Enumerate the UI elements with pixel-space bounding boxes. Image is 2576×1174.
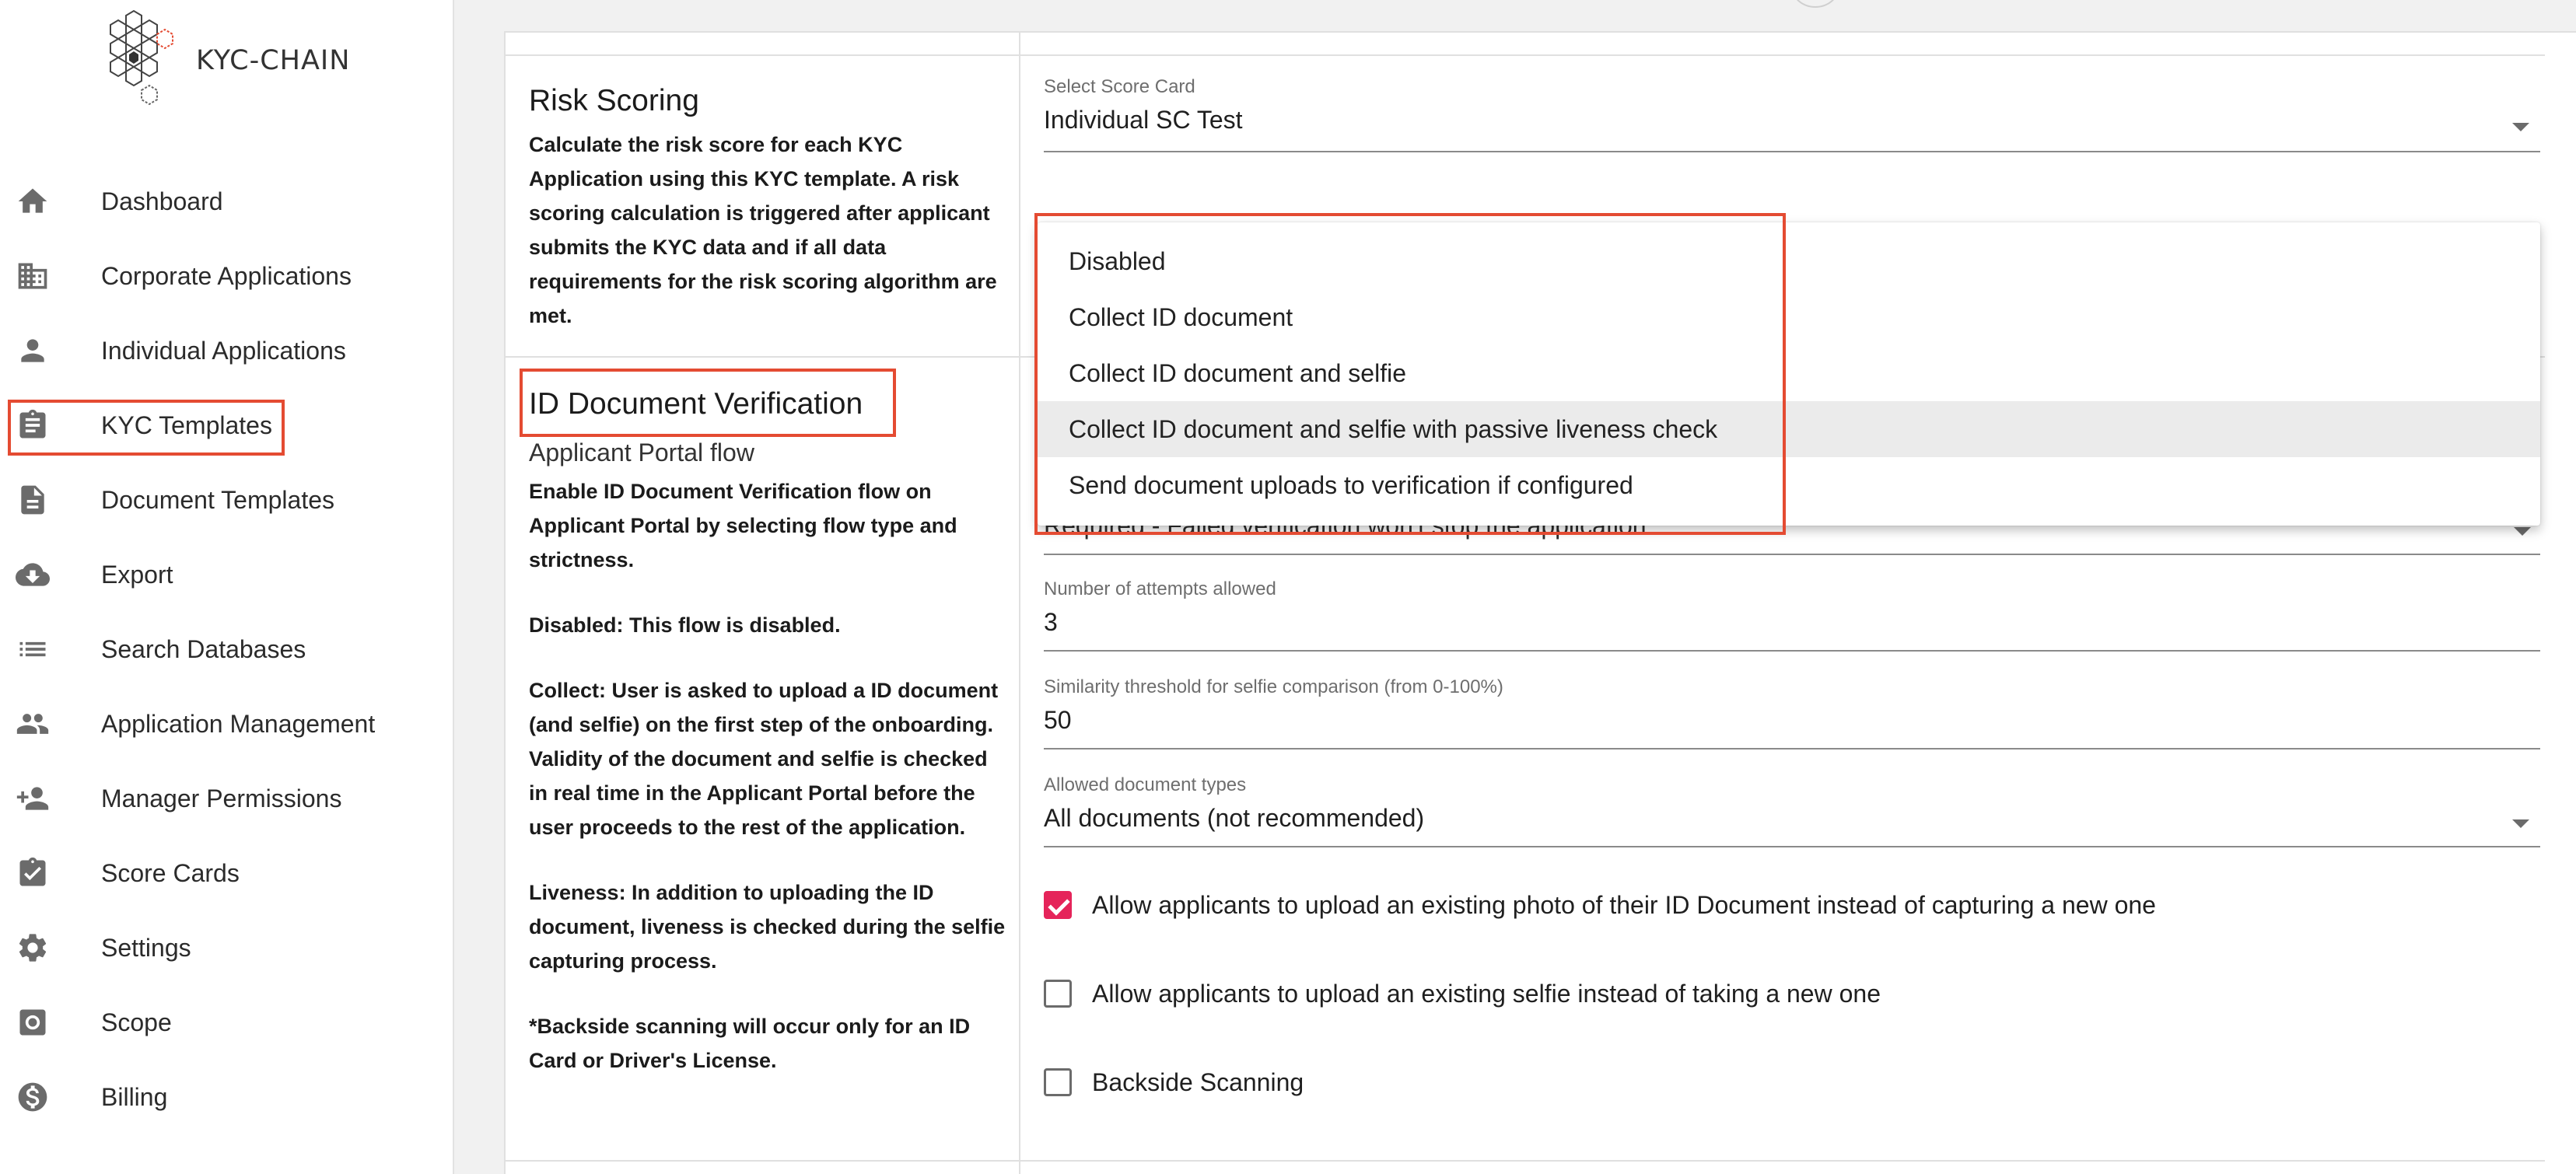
row-divider: [504, 54, 2545, 56]
id-verification-description: Enable ID Document Verification flow on …: [529, 474, 1011, 1078]
checkbox-label[interactable]: Allow applicants to upload an existing p…: [1092, 891, 2156, 920]
sidebar-item-label: Manager Permissions: [101, 784, 342, 812]
people-icon: [16, 707, 50, 741]
list-icon: [16, 632, 50, 666]
sidebar-item-label: Corporate Applications: [101, 261, 352, 290]
field-underline: [1044, 748, 2540, 749]
sidebar: KYC-CHAIN Dashboard Corporate Applicatio…: [0, 0, 454, 1174]
id-verification-title: ID Document Verification: [529, 387, 863, 421]
sidebar-item-label: Individual Applications: [101, 336, 346, 365]
scope-icon: [16, 1005, 50, 1039]
score-card-select[interactable]: Select Score Card Individual SC Test: [1044, 76, 2540, 152]
description-paragraph: *Backside scanning will occur only for a…: [529, 1015, 971, 1072]
sidebar-item-corporate-applications[interactable]: Corporate Applications: [0, 249, 454, 303]
similarity-label: Similarity threshold for selfie comparis…: [1044, 676, 1503, 697]
score-card-value[interactable]: Individual SC Test: [1044, 106, 2540, 135]
score-card-label: Select Score Card: [1044, 76, 1195, 97]
hexagon-logo-icon: [110, 9, 173, 106]
document-types-label: Allowed document types: [1044, 774, 1247, 795]
description-paragraph: Disabled: This flow is disabled.: [529, 613, 841, 637]
sidebar-item-label: Billing: [101, 1082, 168, 1111]
column-divider: [1019, 31, 1020, 1174]
checkbox-label[interactable]: Backside Scanning: [1092, 1068, 1304, 1097]
top-avatar-edge[interactable]: [1792, 0, 1839, 8]
sidebar-item-label: Score Cards: [101, 858, 240, 887]
field-underline: [1044, 846, 2540, 847]
chevron-down-icon[interactable]: [2514, 527, 2531, 536]
highlight-box: [1034, 213, 1786, 535]
sidebar-item-manager-permissions[interactable]: Manager Permissions: [0, 771, 454, 826]
sidebar-item-settings[interactable]: Settings: [0, 921, 454, 975]
attempts-field[interactable]: Number of attempts allowed 3: [1044, 578, 2540, 652]
logo-text: KYC-CHAIN: [196, 45, 351, 76]
sidebar-item-label: KYC Templates: [101, 411, 272, 439]
risk-scoring-title: Risk Scoring: [529, 84, 699, 117]
sidebar-item-label: Scope: [101, 1008, 172, 1036]
upload-existing-id-photo-checkbox-row[interactable]: Allow applicants to upload an existing p…: [1044, 888, 2156, 922]
gear-icon: [16, 931, 50, 965]
person-icon: [16, 334, 50, 368]
backside-scanning-checkbox-row[interactable]: Backside Scanning: [1044, 1065, 1304, 1099]
clipboard-check-icon: [16, 856, 50, 890]
attempts-input[interactable]: 3: [1044, 608, 2540, 637]
sidebar-item-label: Settings: [101, 933, 191, 962]
cloud-download-icon: [16, 557, 50, 592]
chevron-down-icon[interactable]: [2512, 819, 2529, 828]
description-paragraph: Liveness: In addition to uploading the I…: [529, 881, 1006, 973]
person-add-icon: [16, 781, 50, 816]
similarity-field[interactable]: Similarity threshold for selfie comparis…: [1044, 676, 2540, 749]
row-divider: [504, 1160, 2545, 1162]
description-paragraph: Enable ID Document Verification flow on …: [529, 480, 957, 571]
sidebar-item-kyc-templates[interactable]: KYC Templates: [0, 398, 454, 456]
chevron-down-icon[interactable]: [2512, 123, 2529, 131]
sidebar-item-label: Search Databases: [101, 634, 306, 663]
upload-existing-id-photo-checkbox[interactable]: [1044, 891, 1072, 919]
checkbox-label[interactable]: Allow applicants to upload an existing s…: [1092, 980, 1881, 1008]
sidebar-item-billing[interactable]: Billing: [0, 1070, 454, 1124]
sidebar-item-score-cards[interactable]: Score Cards: [0, 846, 454, 900]
description-paragraph: Collect: User is asked to upload a ID do…: [529, 679, 999, 839]
document-icon: [16, 483, 50, 517]
field-underline: [1044, 554, 2540, 555]
field-underline: [1044, 650, 2540, 652]
sidebar-item-application-management[interactable]: Application Management: [0, 697, 454, 751]
sidebar-item-label: Export: [101, 560, 173, 589]
sidebar-item-search-databases[interactable]: Search Databases: [0, 622, 454, 676]
backside-scanning-checkbox[interactable]: [1044, 1068, 1072, 1096]
sidebar-item-export[interactable]: Export: [0, 547, 454, 602]
sidebar-item-document-templates[interactable]: Document Templates: [0, 473, 454, 527]
sidebar-item-label: Document Templates: [101, 485, 334, 514]
clipboard-icon: [16, 408, 50, 442]
document-types-value[interactable]: All documents (not recommended): [1044, 804, 2540, 833]
sidebar-item-label: Application Management: [101, 709, 376, 738]
risk-scoring-description: Calculate the risk score for each KYC Ap…: [529, 133, 997, 327]
upload-existing-selfie-checkbox[interactable]: [1044, 980, 1072, 1008]
document-types-select[interactable]: Allowed document types All documents (no…: [1044, 774, 2540, 847]
sidebar-item-dashboard[interactable]: Dashboard: [0, 174, 454, 229]
similarity-input[interactable]: 50: [1044, 706, 2540, 735]
attempts-label: Number of attempts allowed: [1044, 578, 1276, 599]
sidebar-item-individual-applications[interactable]: Individual Applications: [0, 323, 454, 378]
home-icon: [16, 184, 50, 218]
sidebar-item-label: Dashboard: [101, 187, 223, 215]
upload-existing-selfie-checkbox-row[interactable]: Allow applicants to upload an existing s…: [1044, 977, 1881, 1011]
building-icon: [16, 259, 50, 293]
id-verification-subtitle: Applicant Portal flow: [529, 439, 754, 466]
field-underline: [1044, 151, 2540, 152]
kyc-chain-logo[interactable]: KYC-CHAIN: [95, 6, 359, 115]
sidebar-item-scope[interactable]: Scope: [0, 995, 454, 1050]
dollar-circle-icon: [16, 1080, 50, 1114]
